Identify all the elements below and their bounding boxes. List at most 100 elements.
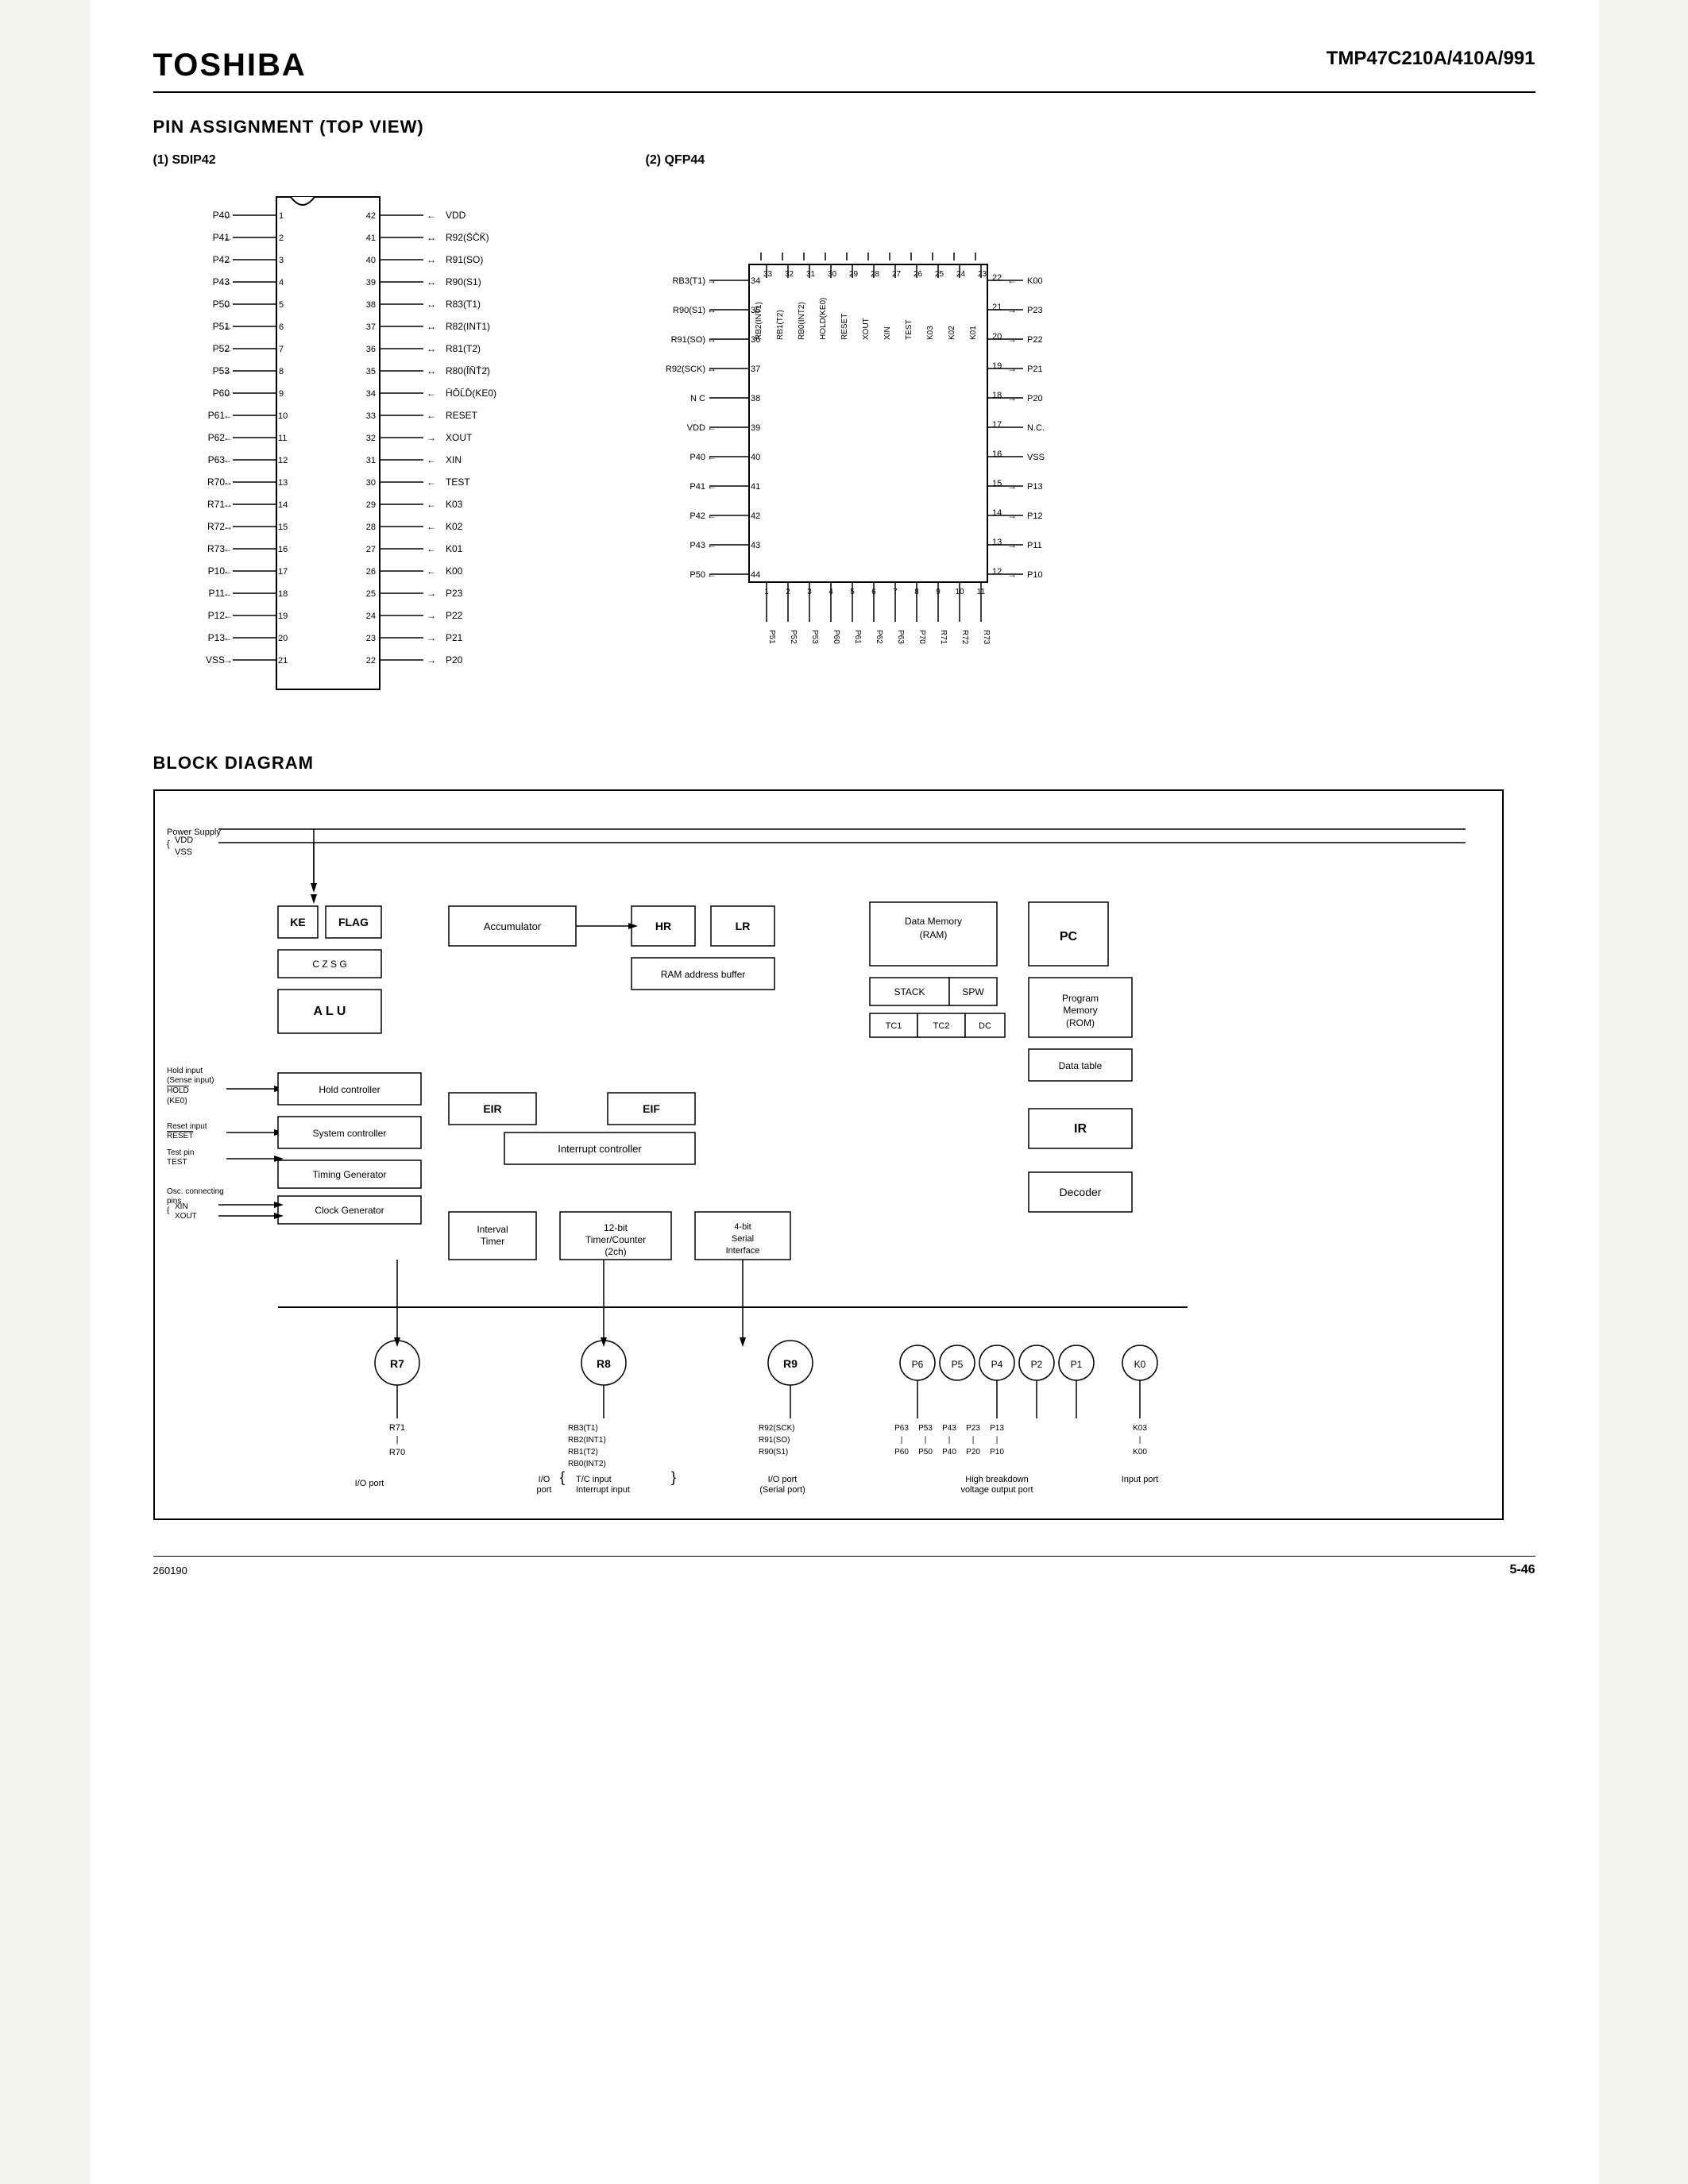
svg-text:N.C.: N.C. bbox=[1027, 423, 1045, 433]
svg-text:K00: K00 bbox=[1133, 1448, 1147, 1457]
svg-text:38: 38 bbox=[751, 394, 760, 403]
svg-text:RB3(T1): RB3(T1) bbox=[672, 276, 705, 286]
svg-text:→: → bbox=[1007, 334, 1017, 345]
svg-text:↔: ↔ bbox=[223, 521, 233, 532]
svg-text:18: 18 bbox=[992, 391, 1002, 400]
svg-text:↔: ↔ bbox=[707, 363, 717, 374]
svg-text:4: 4 bbox=[279, 278, 284, 287]
svg-text:Interval: Interval bbox=[477, 1224, 508, 1235]
svg-text:port: port bbox=[536, 1485, 551, 1495]
svg-text:RB2(INT1): RB2(INT1) bbox=[568, 1436, 606, 1445]
svg-text:I/O port: I/O port bbox=[354, 1479, 384, 1488]
svg-text:RB0(INT2): RB0(INT2) bbox=[568, 1460, 606, 1468]
svg-text:Data table: Data table bbox=[1058, 1060, 1102, 1071]
svg-text:15: 15 bbox=[992, 479, 1002, 488]
svg-text:19: 19 bbox=[278, 612, 288, 621]
svg-text:←: ← bbox=[223, 388, 233, 399]
svg-text:15: 15 bbox=[278, 523, 288, 532]
svg-text:38: 38 bbox=[365, 300, 375, 310]
svg-text:29: 29 bbox=[849, 270, 859, 279]
svg-text:←: ← bbox=[427, 454, 436, 465]
svg-text:RB0(INT2): RB0(INT2) bbox=[798, 302, 806, 340]
svg-text:R71: R71 bbox=[207, 499, 224, 510]
svg-text:K0: K0 bbox=[1134, 1359, 1145, 1370]
svg-text:11: 11 bbox=[278, 434, 287, 443]
svg-text:↔: ↔ bbox=[427, 232, 436, 243]
svg-text:↔: ↔ bbox=[427, 321, 436, 332]
svg-text:34: 34 bbox=[751, 276, 760, 286]
svg-text:I/O port: I/O port bbox=[767, 1475, 797, 1484]
part-number: TMP47C210A/410A/991 bbox=[1327, 48, 1535, 70]
svg-text:P6: P6 bbox=[911, 1359, 923, 1370]
svg-text:29: 29 bbox=[365, 500, 375, 510]
footer-date: 260190 bbox=[153, 1565, 187, 1576]
svg-text:44: 44 bbox=[751, 570, 760, 580]
svg-text:←: ← bbox=[427, 410, 436, 421]
page: TOSHIBA TMP47C210A/410A/991 PIN ASSIGNME… bbox=[90, 0, 1599, 2184]
svg-text:7: 7 bbox=[279, 345, 284, 354]
svg-text:39: 39 bbox=[751, 423, 760, 433]
svg-text:LR: LR bbox=[735, 920, 750, 932]
svg-text:HOLD(KE0): HOLD(KE0) bbox=[819, 298, 828, 340]
svg-text:2: 2 bbox=[279, 233, 284, 243]
svg-text:P43: P43 bbox=[942, 1424, 956, 1433]
svg-text:P62: P62 bbox=[875, 630, 883, 644]
svg-text:R7: R7 bbox=[390, 1357, 404, 1370]
svg-text:Memory: Memory bbox=[1063, 1005, 1097, 1016]
svg-text:XOUT: XOUT bbox=[446, 432, 473, 443]
svg-text:26: 26 bbox=[365, 567, 375, 577]
svg-text:P50: P50 bbox=[689, 570, 705, 580]
svg-text:37: 37 bbox=[365, 322, 375, 332]
svg-text:42: 42 bbox=[365, 211, 375, 221]
svg-text:22: 22 bbox=[992, 273, 1002, 283]
svg-text:P20: P20 bbox=[1027, 394, 1043, 403]
pin-assignment-section: PIN ASSIGNMENT (TOP VIEW) (1) SDIP42 P40… bbox=[153, 117, 1535, 721]
svg-text:←: ← bbox=[707, 480, 717, 492]
svg-text:35: 35 bbox=[751, 306, 760, 315]
svg-text:20: 20 bbox=[992, 332, 1002, 341]
svg-text:P21: P21 bbox=[1027, 365, 1043, 374]
svg-text:P22: P22 bbox=[446, 610, 463, 621]
svg-text:24: 24 bbox=[956, 270, 966, 279]
svg-text:←: ← bbox=[223, 343, 233, 354]
svg-text:TEST: TEST bbox=[905, 319, 914, 340]
svg-text:R92(SCK): R92(SCK) bbox=[759, 1424, 795, 1433]
svg-text:35: 35 bbox=[365, 367, 375, 376]
svg-text:(2ch): (2ch) bbox=[605, 1246, 626, 1257]
svg-text:↔: ↔ bbox=[427, 299, 436, 310]
svg-text:Timer/Counter: Timer/Counter bbox=[585, 1234, 645, 1245]
svg-text:→: → bbox=[223, 654, 233, 666]
svg-text:25: 25 bbox=[365, 589, 375, 599]
svg-text:RESET: RESET bbox=[446, 410, 478, 421]
svg-text:28: 28 bbox=[365, 523, 375, 532]
svg-text:P20: P20 bbox=[966, 1448, 980, 1457]
svg-text:Hold controller: Hold controller bbox=[319, 1084, 380, 1095]
svg-text:←: ← bbox=[707, 451, 717, 462]
svg-text:Timing Generator: Timing Generator bbox=[312, 1169, 386, 1180]
svg-text:39: 39 bbox=[365, 278, 375, 287]
svg-text:C Z S G: C Z S G bbox=[312, 959, 346, 970]
svg-text:13: 13 bbox=[278, 478, 288, 488]
svg-text:→: → bbox=[1007, 363, 1017, 374]
header: TOSHIBA TMP47C210A/410A/991 bbox=[153, 48, 1535, 93]
svg-text:23: 23 bbox=[978, 270, 987, 279]
svg-text:XOUT: XOUT bbox=[175, 1212, 197, 1221]
svg-text:←: ← bbox=[223, 565, 233, 577]
block-diagram-section: BLOCK DIAGRAM Power Supply { VDD VSS bbox=[153, 753, 1535, 1524]
svg-text:P60: P60 bbox=[894, 1448, 909, 1457]
svg-text:18: 18 bbox=[278, 589, 288, 599]
svg-text:←: ← bbox=[223, 365, 233, 376]
svg-text:41: 41 bbox=[751, 482, 760, 492]
svg-text:→: → bbox=[1007, 392, 1017, 403]
svg-text:TC1: TC1 bbox=[885, 1021, 902, 1031]
svg-text:←: ← bbox=[427, 521, 436, 532]
svg-text:K02: K02 bbox=[948, 326, 956, 340]
svg-text:{: { bbox=[560, 1469, 565, 1485]
svg-text:P42: P42 bbox=[689, 511, 705, 521]
svg-text:←: ← bbox=[707, 539, 717, 550]
svg-text:KE: KE bbox=[290, 916, 305, 928]
svg-text:RB3(T1): RB3(T1) bbox=[568, 1424, 598, 1433]
svg-text:32: 32 bbox=[365, 434, 375, 443]
svg-text:Timer: Timer bbox=[480, 1236, 504, 1247]
svg-text:|: | bbox=[900, 1436, 902, 1445]
